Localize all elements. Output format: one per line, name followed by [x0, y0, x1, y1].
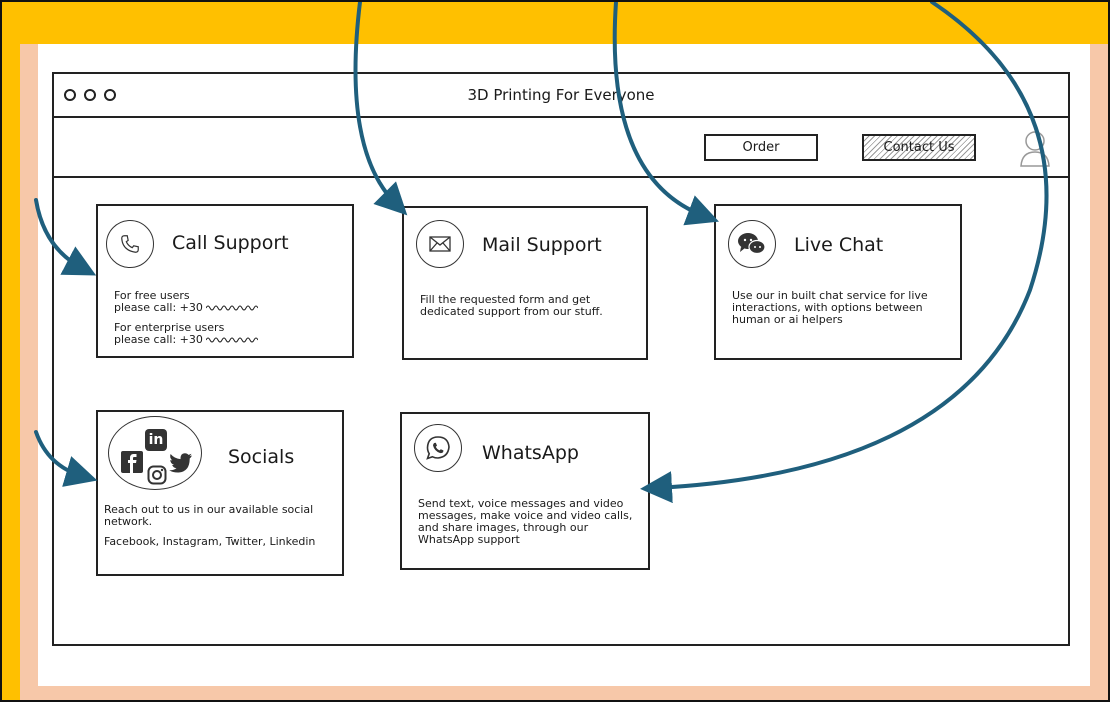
facebook-icon — [121, 451, 143, 473]
window-title: 3D Printing For Everyone — [467, 86, 655, 104]
user-avatar-icon[interactable] — [1018, 128, 1052, 168]
socials-title: Socials — [228, 446, 295, 468]
browser-window: 3D Printing For Everyone Order Contact U… — [52, 72, 1070, 646]
contact-us-button[interactable]: Contact Us — [862, 134, 976, 161]
free-users-phone: please call: +30 — [114, 301, 203, 314]
whatsapp-icon — [414, 424, 462, 472]
chat-bubbles-icon — [728, 220, 776, 268]
mail-support-card[interactable]: Mail Support Fill the requested form and… — [402, 206, 648, 360]
top-navbar: Order Contact Us — [54, 118, 1068, 178]
social-icons-cluster: in — [108, 416, 202, 490]
mail-icon — [416, 220, 464, 268]
redacted-number-icon — [206, 305, 259, 311]
call-support-card[interactable]: Call Support For free users please call:… — [96, 204, 354, 358]
instagram-icon — [147, 465, 167, 485]
socials-card[interactable]: in Socials Reach out to us in our availa… — [96, 410, 344, 576]
twitter-icon — [169, 453, 192, 473]
linkedin-icon: in — [145, 429, 167, 451]
redacted-number-icon — [206, 337, 259, 343]
live-chat-title: Live Chat — [794, 234, 884, 256]
socials-network-list: Facebook, Instagram, Twitter, Linkedin — [104, 535, 316, 548]
order-button[interactable]: Order — [704, 134, 818, 161]
phone-icon — [106, 220, 154, 268]
live-chat-text: Use our in built chat service for live i… — [732, 289, 928, 326]
mail-support-title: Mail Support — [482, 234, 602, 256]
whatsapp-text: Send text, voice messages and video mess… — [418, 497, 633, 546]
whatsapp-card[interactable]: WhatsApp Send text, voice messages and v… — [400, 412, 650, 570]
mail-support-text: Fill the requested form and get dedicate… — [420, 293, 603, 318]
live-chat-card[interactable]: Live Chat Use our in built chat service … — [714, 204, 962, 360]
socials-description: Reach out to us in our available social … — [104, 503, 314, 528]
enterprise-users-phone: please call: +30 — [114, 333, 203, 346]
window-titlebar: 3D Printing For Everyone — [54, 74, 1068, 118]
whatsapp-title: WhatsApp — [482, 442, 579, 464]
call-support-text: For free users please call: +30 For ente… — [114, 290, 350, 346]
socials-text: Reach out to us in our available social … — [104, 504, 340, 548]
call-support-title: Call Support — [172, 232, 289, 254]
